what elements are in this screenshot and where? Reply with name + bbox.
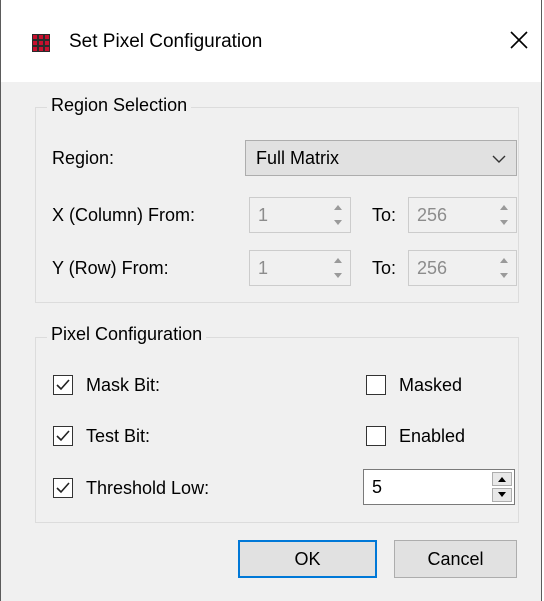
region-label: Region: [52, 148, 115, 168]
x-to-spinbox[interactable]: 256 [408, 197, 517, 233]
spin-down-icon[interactable] [494, 216, 514, 230]
region-selection-label: Region Selection [47, 95, 192, 116]
y-from-label: Y (Row) From: [52, 258, 169, 278]
title-bar[interactable]: Set Pixel Configuration [1, 0, 541, 82]
region-select[interactable]: Full Matrix [245, 140, 517, 176]
ok-button-label: OK [294, 548, 321, 569]
threshold-low-arrows[interactable] [492, 472, 512, 502]
cancel-button[interactable]: Cancel [394, 540, 517, 578]
x-to-arrows[interactable] [494, 200, 514, 230]
close-button[interactable] [501, 22, 537, 58]
test-bit-label[interactable]: Test Bit: [86, 426, 150, 447]
y-from-value: 1 [258, 258, 269, 278]
cancel-button-label: Cancel [427, 548, 484, 569]
threshold-low-spinbox[interactable]: 5 [363, 469, 515, 505]
spin-down-icon[interactable] [494, 269, 514, 283]
spin-down-icon[interactable] [328, 269, 348, 283]
spin-up-icon[interactable] [494, 253, 514, 267]
matrix-grid-icon [32, 34, 50, 52]
test-bit-checkbox[interactable] [53, 426, 73, 446]
checkmark-icon [56, 482, 70, 494]
masked-checkbox[interactable] [366, 375, 386, 395]
spin-up-icon[interactable] [328, 253, 348, 267]
y-to-arrows[interactable] [494, 253, 514, 283]
enabled-checkbox[interactable] [366, 426, 386, 446]
x-from-spinbox[interactable]: 1 [249, 197, 351, 233]
y-to-spinbox[interactable]: 256 [408, 250, 517, 286]
mask-bit-checkbox[interactable] [53, 375, 73, 395]
threshold-low-checkbox[interactable] [53, 478, 73, 498]
threshold-low-value[interactable]: 5 [372, 477, 382, 498]
spin-down-icon[interactable] [492, 488, 512, 502]
threshold-low-label[interactable]: Threshold Low: [86, 478, 209, 499]
spin-down-icon[interactable] [328, 216, 348, 230]
ok-button[interactable]: OK [238, 540, 377, 578]
x-from-arrows[interactable] [328, 200, 348, 230]
spin-up-icon[interactable] [328, 200, 348, 214]
masked-label[interactable]: Masked [399, 375, 462, 396]
y-from-spinbox[interactable]: 1 [249, 250, 351, 286]
pixel-configuration-label: Pixel Configuration [47, 324, 207, 345]
y-to-value: 256 [417, 258, 448, 278]
region-select-value: Full Matrix [256, 148, 340, 168]
x-to-label: To: [372, 205, 397, 225]
close-icon [510, 31, 528, 49]
y-from-arrows[interactable] [328, 253, 348, 283]
x-from-value: 1 [258, 205, 269, 225]
enabled-label[interactable]: Enabled [399, 426, 465, 447]
chevron-down-icon [492, 155, 506, 163]
window-title: Set Pixel Configuration [69, 31, 263, 52]
y-to-label: To: [372, 258, 397, 278]
mask-bit-label[interactable]: Mask Bit: [86, 375, 160, 396]
checkmark-icon [56, 430, 70, 442]
x-from-label: X (Column) From: [52, 205, 196, 225]
dialog-window: Set Pixel Configuration Region Selection… [0, 0, 542, 601]
spin-up-icon[interactable] [492, 472, 512, 486]
x-to-value: 256 [417, 205, 448, 225]
checkmark-icon [56, 379, 70, 391]
spin-up-icon[interactable] [494, 200, 514, 214]
